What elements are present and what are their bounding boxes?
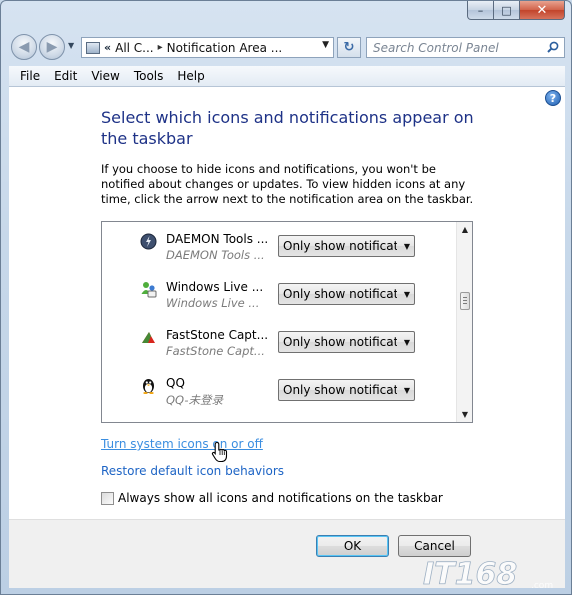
address-bar[interactable]: « All C... ▸ Notification Area ... ▼: [81, 37, 334, 58]
menu-help[interactable]: Help: [170, 69, 211, 83]
icon-name: DAEMON Tools ...: [166, 232, 269, 246]
menu-tools[interactable]: Tools: [127, 69, 171, 83]
arrow-left-icon: ◀: [18, 39, 30, 55]
chevron-down-icon: ▼: [403, 386, 410, 395]
behavior-dropdown[interactable]: Only show notifications ▼: [278, 235, 415, 257]
breadcrumb-separator[interactable]: ▸: [158, 42, 163, 53]
list-scrollbar[interactable]: ▲ ▼: [456, 222, 472, 422]
breadcrumb-overflow-chevron[interactable]: «: [104, 41, 111, 54]
behavior-dropdown[interactable]: Only show notifications ▼: [278, 379, 415, 401]
chevron-down-icon: ▼: [403, 338, 410, 347]
scroll-up-icon[interactable]: ▲: [457, 225, 472, 234]
close-button[interactable]: ✕: [520, 1, 565, 20]
caption-buttons: – □ ✕: [467, 1, 565, 20]
behavior-value: Only show notifications: [283, 383, 397, 397]
svg-text:IT168: IT168: [423, 557, 517, 592]
behavior-value: Only show notifications: [283, 335, 397, 349]
menu-edit[interactable]: Edit: [47, 69, 84, 83]
list-item: DAEMON Tools ... DAEMON Tools ... Only s…: [102, 222, 457, 270]
qq-penguin-icon: [143, 379, 154, 394]
behavior-value: Only show notifications: [283, 287, 397, 301]
ok-button[interactable]: OK: [316, 535, 389, 557]
search-box[interactable]: Search Control Panel: [366, 37, 565, 58]
navigation-bar: ◀ ▶ ▼ « All C... ▸ Notification Area ...…: [9, 32, 565, 62]
menu-view[interactable]: View: [84, 69, 126, 83]
icon-description: QQ-未登录: [166, 393, 223, 407]
back-button[interactable]: ◀: [11, 34, 37, 60]
icon-name: QQ: [166, 376, 185, 390]
faststone-capture-icon: [142, 332, 155, 343]
icon-description: DAEMON Tools ...: [166, 248, 265, 262]
behavior-dropdown[interactable]: Only show notifications ▼: [278, 283, 415, 305]
icon-name: FastStone Capt...: [166, 328, 269, 342]
hand-cursor-icon: [211, 441, 228, 463]
page-description: If you choose to hide icons and notifica…: [101, 162, 474, 206]
notification-icons-list[interactable]: DAEMON Tools ... DAEMON Tools ... Only s…: [101, 221, 473, 423]
window-frame: – □ ✕ ◀ ▶ ▼ « All C... ▸ Notification Ar…: [0, 0, 572, 595]
refresh-button[interactable]: ↻: [337, 37, 361, 58]
breadcrumb-all-control-panel[interactable]: All C...: [115, 41, 154, 55]
scrollbar-thumb[interactable]: [460, 292, 470, 310]
arrow-right-icon: ▶: [46, 39, 58, 55]
restore-default-behaviors-link[interactable]: Restore default icon behaviors: [101, 464, 284, 478]
icon-description: FastStone Capt...: [166, 344, 265, 358]
page-title: Select which icons and notifications app…: [101, 108, 474, 148]
content-pane: ? Select which icons and notifications a…: [9, 87, 565, 519]
chevron-down-icon: ▼: [403, 290, 410, 299]
list-item: FastStone Capt... FastStone Capt... Only…: [102, 318, 457, 366]
icon-name: Windows Live ...: [166, 280, 264, 294]
svg-text:.com: .com: [531, 581, 553, 591]
always-show-checkbox[interactable]: [101, 491, 114, 505]
list-item: QQ QQ-未登录 Only show notifications ▼: [102, 366, 457, 414]
icon-description: Windows Live ...: [166, 296, 260, 310]
search-input[interactable]: Search Control Panel: [373, 41, 499, 55]
recent-pages-dropdown[interactable]: ▼: [68, 41, 74, 50]
menu-bar: File Edit View Tools Help: [9, 66, 565, 87]
daemon-tools-icon: [140, 233, 157, 250]
address-dropdown-icon[interactable]: ▼: [322, 40, 329, 50]
chevron-down-icon: ▼: [403, 242, 410, 251]
always-show-option[interactable]: Always show all icons and notifications …: [101, 491, 443, 505]
maximize-button[interactable]: □: [494, 1, 520, 20]
minimize-button[interactable]: –: [467, 1, 494, 20]
turn-system-icons-link[interactable]: Turn system icons on or off: [101, 437, 263, 451]
scroll-down-icon[interactable]: ▼: [457, 410, 472, 419]
forward-button[interactable]: ▶: [39, 34, 65, 60]
list-item: Windows Live ... Windows Live ... Only s…: [102, 270, 457, 318]
breadcrumb-notification-area[interactable]: Notification Area ...: [167, 41, 283, 55]
behavior-dropdown[interactable]: Only show notifications ▼: [278, 331, 415, 353]
behavior-value: Only show notifications: [283, 239, 397, 253]
always-show-label[interactable]: Always show all icons and notifications …: [118, 491, 443, 505]
menu-file[interactable]: File: [13, 69, 47, 83]
refresh-icon: ↻: [343, 40, 355, 55]
help-icon[interactable]: ?: [545, 90, 561, 106]
it168-watermark-logo: IT168 .com: [423, 557, 553, 592]
control-panel-icon: [86, 41, 100, 54]
windows-live-messenger-icon: [141, 282, 157, 298]
search-icon[interactable]: [547, 41, 559, 53]
